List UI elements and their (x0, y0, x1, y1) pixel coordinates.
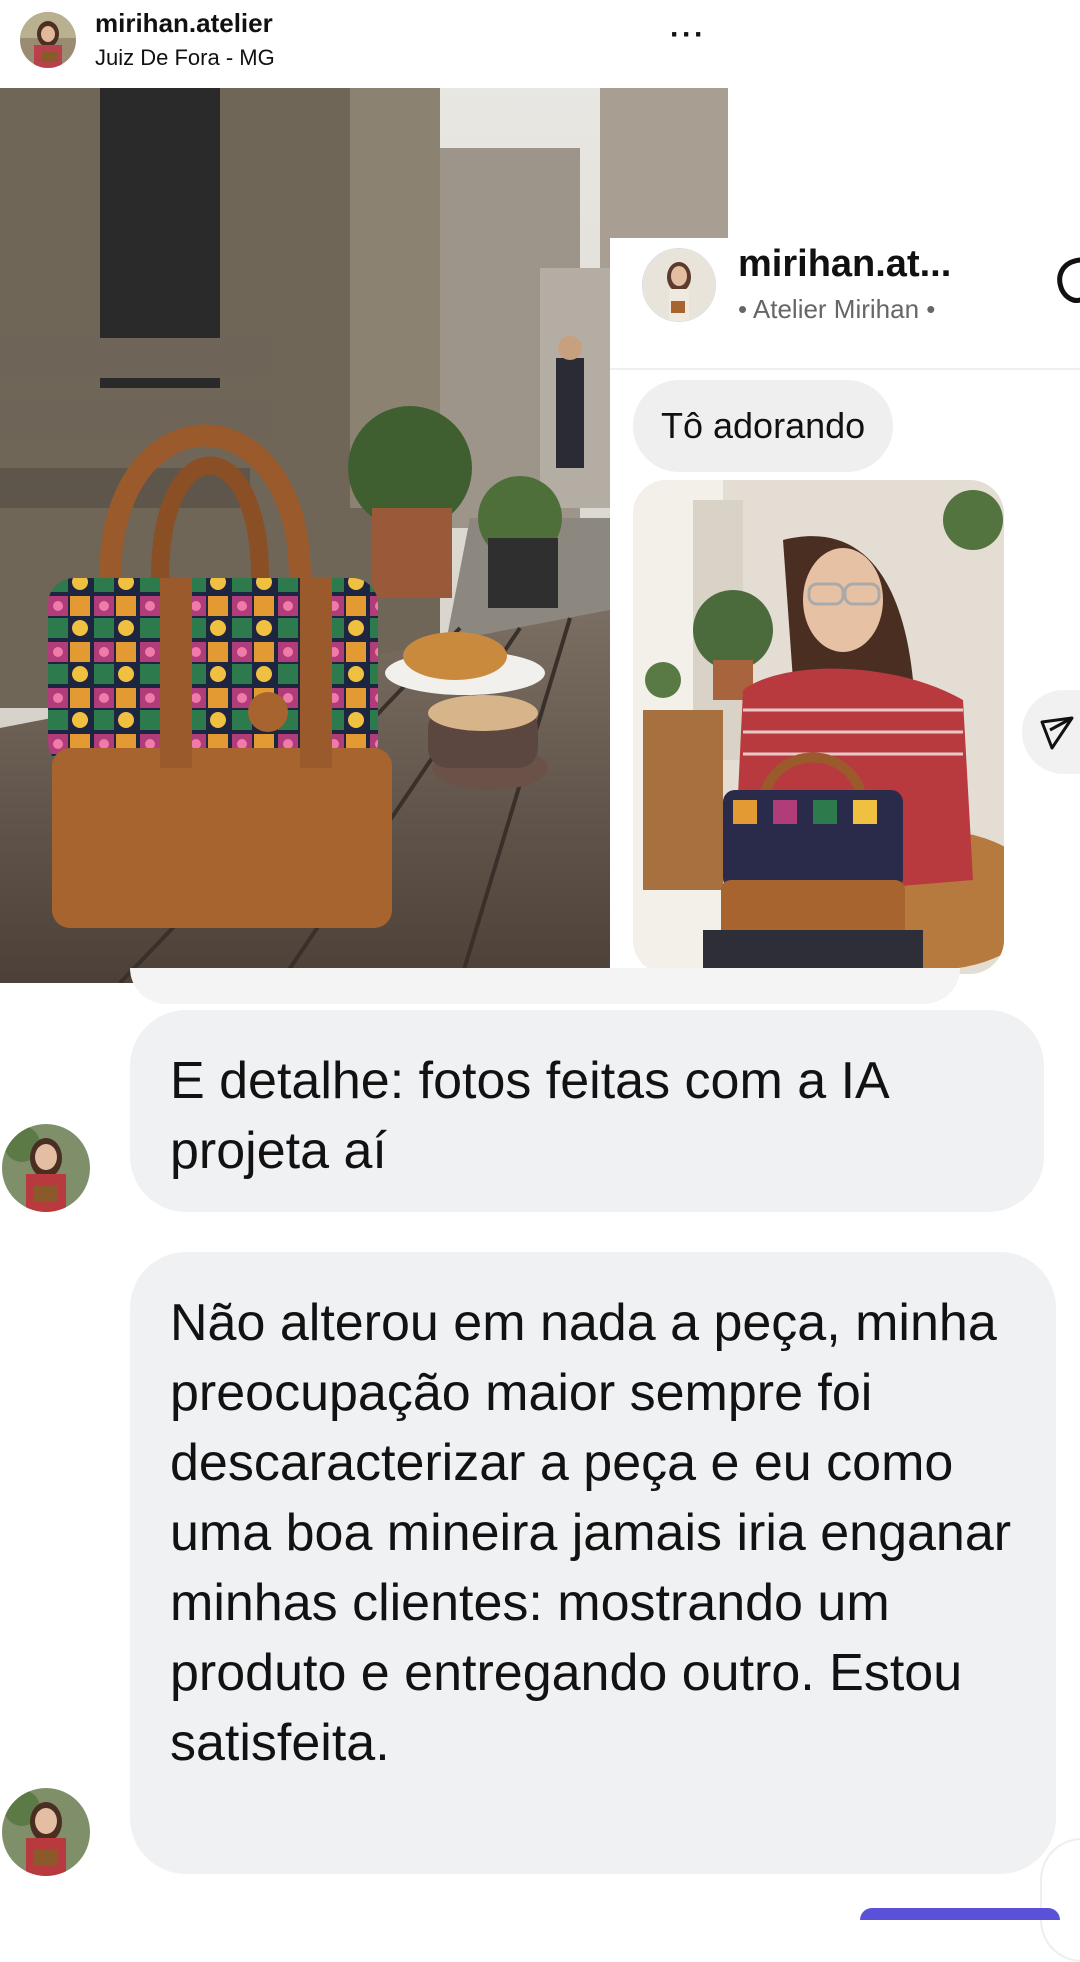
post-username[interactable]: mirihan.atelier (95, 8, 273, 39)
send-icon (1040, 716, 1074, 750)
message-bubble: Não alterou em nada a peça, minha preocu… (130, 1252, 1056, 1874)
dm-avatar[interactable] (642, 248, 716, 322)
sender-avatar[interactable] (2, 1788, 90, 1876)
post-location[interactable]: Juiz De Fora - MG (95, 45, 275, 71)
divider (610, 368, 1080, 370)
message-text: E detalhe: fotos feitas com a IA projeta… (170, 1052, 887, 1180)
more-icon[interactable]: ··· (670, 18, 706, 52)
post-avatar[interactable] (20, 12, 76, 68)
outgoing-bubble-edge (860, 1908, 1060, 1920)
phone-icon[interactable] (1052, 256, 1080, 309)
message-bubble-short: Tô adorando (633, 380, 894, 472)
message-text: Não alterou em nada a peça, minha preocu… (170, 1294, 1012, 1772)
message-bubble: E detalhe: fotos feitas com a IA projeta… (130, 1010, 1044, 1212)
shared-photo[interactable] (633, 480, 1004, 974)
dm-subtitle: • Atelier Mirihan • (738, 294, 936, 324)
message-bubble-partial (130, 968, 960, 1004)
sender-avatar[interactable] (2, 1124, 90, 1212)
dm-username[interactable]: mirihan.at... (738, 243, 951, 286)
message-bubble-partial (1040, 1838, 1080, 1962)
send-button[interactable] (1022, 690, 1080, 774)
